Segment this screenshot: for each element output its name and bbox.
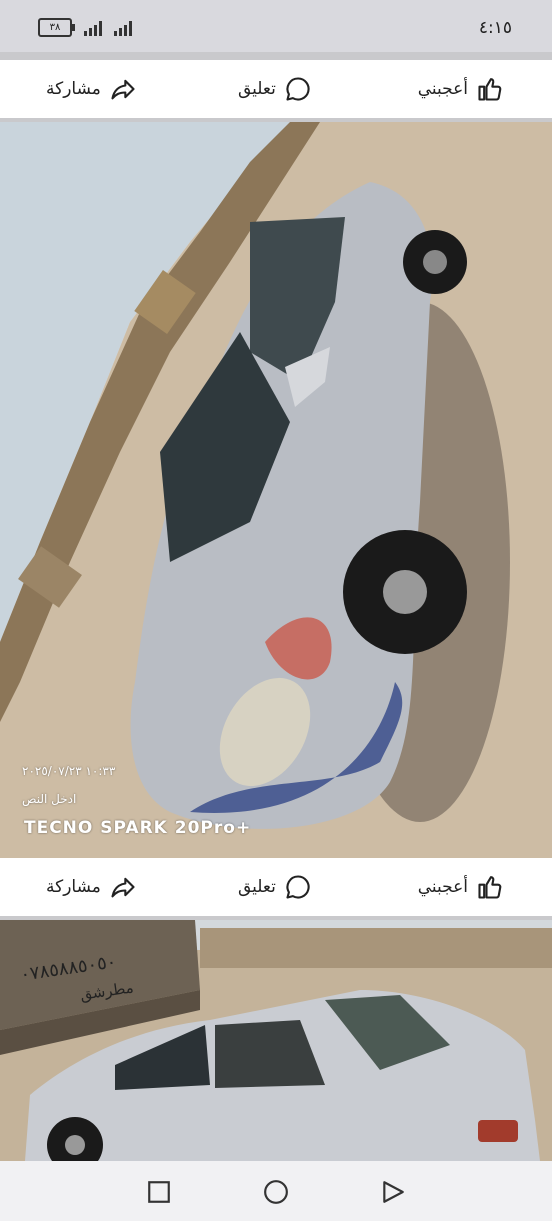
system-nav-bar <box>0 1161 552 1221</box>
thumbs-up-icon <box>478 78 502 101</box>
comment-label: تعليق <box>238 877 276 897</box>
car-photo-rotated <box>0 122 552 858</box>
signal-icon <box>84 20 102 36</box>
like-button[interactable]: أعجبني <box>418 858 504 916</box>
like-button[interactable]: أعجبني <box>418 60 504 118</box>
comment-bubble-icon <box>286 77 310 101</box>
status-time: ٤:١٥ <box>478 18 512 38</box>
post-action-bar: أعجبني تعليق مشاركة <box>0 858 552 917</box>
share-label: مشاركة <box>46 79 101 99</box>
recents-square-icon[interactable] <box>146 1179 172 1205</box>
like-label: أعجبني <box>417 877 468 897</box>
thumbs-up-icon <box>478 876 502 899</box>
comment-label: تعليق <box>238 79 276 99</box>
status-icons: ٣٨ <box>38 18 132 37</box>
share-button[interactable]: مشاركة <box>46 858 137 916</box>
post-photo-2[interactable]: ٠٧٨٥٨٨٥٠٥٠ مطرشق <box>0 920 552 1161</box>
signal-icon-2 <box>114 20 132 36</box>
camera-watermark: TECNO SPARK 20Pro+ <box>24 818 252 838</box>
battery-level: ٣٨ <box>49 22 61 33</box>
post-photo-1[interactable]: ١٠:٣٣ ٢٠٢٥/٠٧/٢٣ ادخل النص TECNO SPARK 2… <box>0 122 552 858</box>
home-circle-icon[interactable] <box>263 1179 289 1205</box>
share-arrow-icon <box>111 79 135 100</box>
share-arrow-icon <box>111 877 135 898</box>
status-bar: ٣٨ ٤:١٥ <box>0 0 552 52</box>
photo-caption: ادخل النص <box>22 792 77 806</box>
battery-icon: ٣٨ <box>38 18 75 37</box>
post-action-bar: أعجبني تعليق مشاركة <box>0 60 552 119</box>
comment-button[interactable]: تعليق <box>238 60 312 118</box>
like-label: أعجبني <box>417 79 468 99</box>
back-triangle-icon[interactable] <box>380 1179 406 1205</box>
photo-timestamp: ١٠:٣٣ ٢٠٢٥/٠٧/٢٣ <box>22 764 116 778</box>
share-label: مشاركة <box>46 877 101 897</box>
share-button[interactable]: مشاركة <box>46 60 137 118</box>
comment-button[interactable]: تعليق <box>238 858 312 916</box>
divider <box>0 52 552 60</box>
comment-bubble-icon <box>286 875 310 899</box>
